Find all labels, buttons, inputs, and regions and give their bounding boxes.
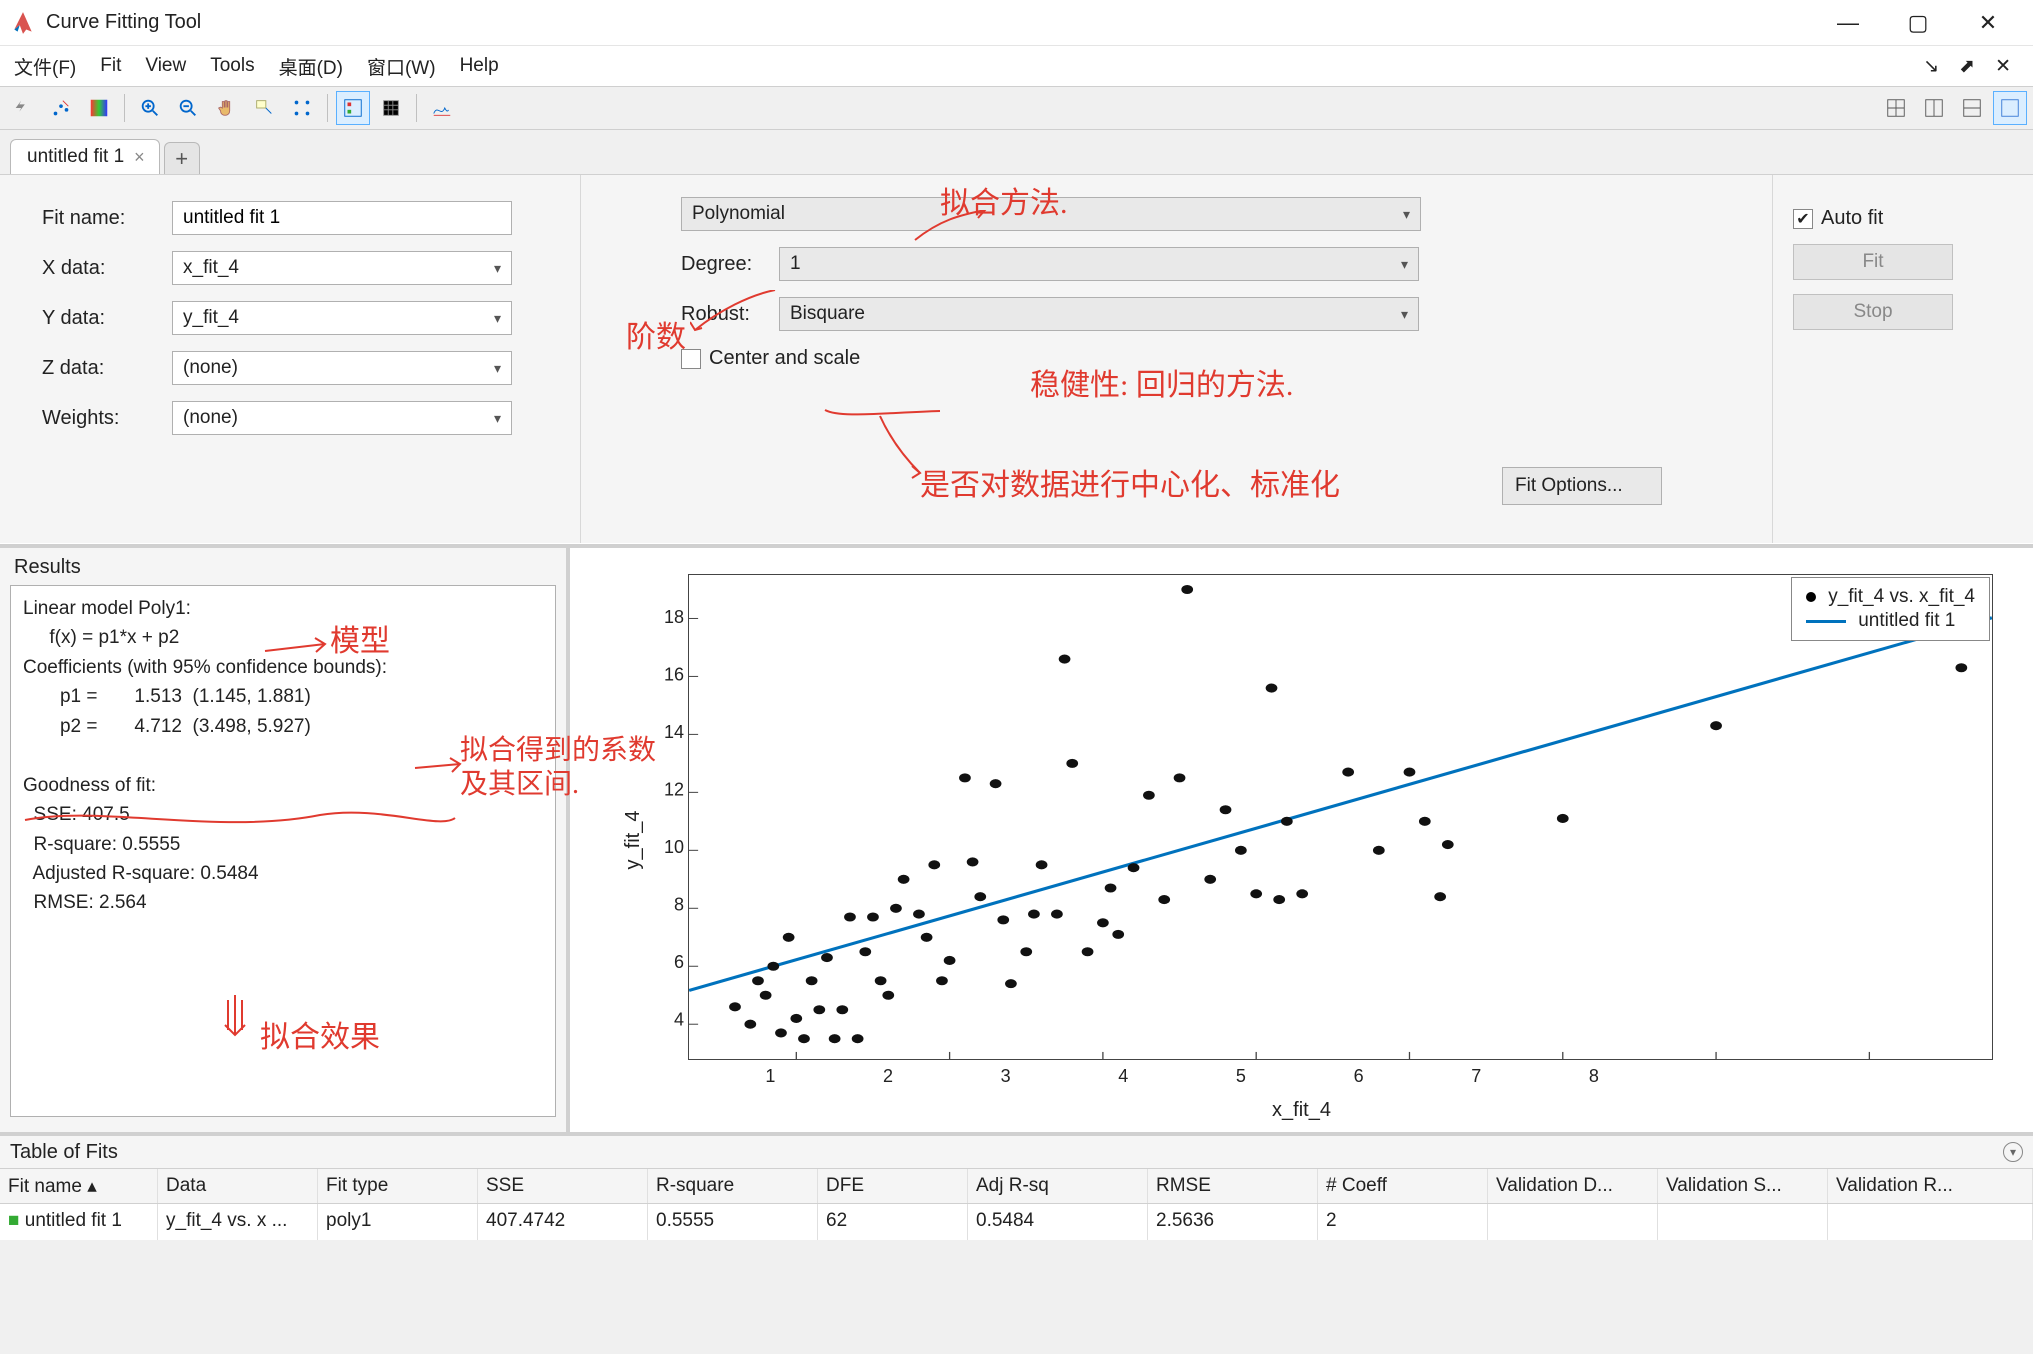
svg-text:16: 16: [664, 665, 684, 685]
pan-icon[interactable]: [209, 91, 243, 125]
stop-button[interactable]: Stop: [1793, 294, 1953, 330]
xdata-label: X data:: [42, 257, 172, 280]
zoom-out-icon[interactable]: [171, 91, 205, 125]
menu-window[interactable]: 窗口(W): [359, 49, 444, 84]
chart-plot[interactable]: y_fit_4 vs. x_fit_4 untitled fit 1: [688, 574, 1993, 1060]
degree-label: Degree:: [681, 253, 779, 276]
fit-options-button[interactable]: Fit Options...: [1502, 467, 1662, 505]
results-text: Linear model Poly1: f(x) = p1*x + p2 Coe…: [10, 585, 556, 1117]
menubar: 文件(F) Fit View Tools 桌面(D) 窗口(W) Help ↘ …: [0, 46, 2033, 86]
zdata-label: Z data:: [42, 357, 172, 380]
chart-ylabel: y_fit_4: [622, 811, 645, 870]
close-button[interactable]: ✕: [1953, 0, 2023, 46]
chart-area: y_fit_4 x_fit_4 y_fit_4 vs. x_fit_4 unti…: [570, 548, 2033, 1132]
layout-1-icon[interactable]: [1879, 91, 1913, 125]
zdata-select[interactable]: (none): [172, 351, 512, 385]
weights-select[interactable]: (none): [172, 401, 512, 435]
maximize-button[interactable]: ▢: [1883, 0, 1953, 46]
menu-view[interactable]: View: [137, 51, 194, 81]
results-panel: Results Linear model Poly1: f(x) = p1*x …: [0, 548, 570, 1132]
add-tab-button[interactable]: +: [164, 142, 200, 174]
mdi-close-icon[interactable]: ✕: [1987, 51, 2019, 82]
toolbar: [0, 86, 2033, 130]
menu-fit[interactable]: Fit: [92, 51, 129, 81]
data-cursor-icon[interactable]: [247, 91, 281, 125]
svg-text:6: 6: [1354, 1066, 1364, 1086]
zoom-in-icon[interactable]: [133, 91, 167, 125]
layout-4-icon[interactable]: [1993, 91, 2027, 125]
matlab-logo-icon: [10, 10, 36, 36]
menu-tools[interactable]: Tools: [202, 51, 262, 81]
svg-text:12: 12: [664, 780, 684, 800]
legend-line-icon: [1806, 620, 1846, 623]
cursor-tool-icon[interactable]: [6, 91, 40, 125]
degree-select[interactable]: 1: [779, 247, 1419, 281]
fit-tab[interactable]: untitled fit 1 ×: [10, 139, 160, 174]
autofit-box-icon: ✔: [1793, 209, 1813, 229]
brush-icon[interactable]: [285, 91, 319, 125]
autofit-checkbox[interactable]: ✔ Auto fit: [1793, 207, 2003, 230]
config-panel: Fit name: X data: x_fit_4 Y data: y_fit_…: [0, 174, 2033, 544]
center-scale-label: Center and scale: [709, 347, 860, 370]
mdi-undock-icon[interactable]: ↘: [1915, 51, 1947, 82]
autofit-label: Auto fit: [1821, 207, 1883, 230]
chart-xlabel: x_fit_4: [1272, 1099, 1331, 1122]
results-title: Results: [10, 556, 556, 579]
svg-text:5: 5: [1236, 1066, 1246, 1086]
svg-text:6: 6: [674, 952, 684, 972]
svg-text:3: 3: [1001, 1066, 1011, 1086]
tof-options-icon[interactable]: ▾: [2003, 1142, 2023, 1162]
color-tool-icon[interactable]: [82, 91, 116, 125]
menu-file[interactable]: 文件(F): [6, 49, 84, 84]
table-of-fits-columns: Fit name ▴ Data Fit type SSE R-square DF…: [0, 1168, 2033, 1204]
center-scale-box-icon: [681, 349, 701, 369]
fit-name-label: Fit name:: [42, 207, 172, 230]
svg-text:10: 10: [664, 837, 684, 857]
legend-toggle-icon[interactable]: [336, 91, 370, 125]
tab-close-icon[interactable]: ×: [134, 147, 145, 168]
window-title: Curve Fitting Tool: [46, 11, 1813, 34]
fit-button[interactable]: Fit: [1793, 244, 1953, 280]
menu-help[interactable]: Help: [452, 51, 507, 81]
robust-select[interactable]: Bisquare: [779, 297, 1419, 331]
layout-3-icon[interactable]: [1955, 91, 1989, 125]
svg-text:8: 8: [674, 895, 684, 915]
grid-toggle-icon[interactable]: [374, 91, 408, 125]
select-points-icon[interactable]: [44, 91, 78, 125]
svg-text:4: 4: [1118, 1066, 1128, 1086]
method-select[interactable]: Polynomial: [681, 197, 1421, 231]
svg-text:1: 1: [765, 1066, 775, 1086]
svg-text:4: 4: [674, 1010, 684, 1030]
ydata-select[interactable]: y_fit_4: [172, 301, 512, 335]
titlebar: Curve Fitting Tool — ▢ ✕: [0, 0, 2033, 46]
svg-text:7: 7: [1471, 1066, 1481, 1086]
residuals-icon[interactable]: [425, 91, 459, 125]
fit-tab-label: untitled fit 1: [27, 146, 124, 168]
mdi-dock-icon[interactable]: ⬈: [1951, 51, 1983, 82]
center-scale-checkbox[interactable]: Center and scale: [681, 347, 1742, 370]
layout-2-icon[interactable]: [1917, 91, 1951, 125]
table-row[interactable]: ■ untitled fit 1 y_fit_4 vs. x ... poly1…: [0, 1204, 2033, 1240]
svg-text:14: 14: [664, 722, 684, 742]
svg-text:18: 18: [664, 607, 684, 627]
col-fitname[interactable]: Fit name ▴: [0, 1169, 158, 1203]
fit-name-input[interactable]: [172, 201, 512, 235]
minimize-button[interactable]: —: [1813, 0, 1883, 46]
ydata-label: Y data:: [42, 307, 172, 330]
legend-marker-icon: [1806, 592, 1816, 602]
tabstrip: untitled fit 1 × +: [0, 130, 2033, 174]
chart-legend: y_fit_4 vs. x_fit_4 untitled fit 1: [1791, 577, 1990, 641]
svg-text:2: 2: [883, 1066, 893, 1086]
robust-label: Robust:: [681, 303, 779, 326]
weights-label: Weights:: [42, 407, 172, 430]
svg-text:8: 8: [1589, 1066, 1599, 1086]
xdata-select[interactable]: x_fit_4: [172, 251, 512, 285]
menu-desktop[interactable]: 桌面(D): [271, 49, 351, 84]
table-of-fits-header: Table of Fits ▾: [0, 1132, 2033, 1168]
